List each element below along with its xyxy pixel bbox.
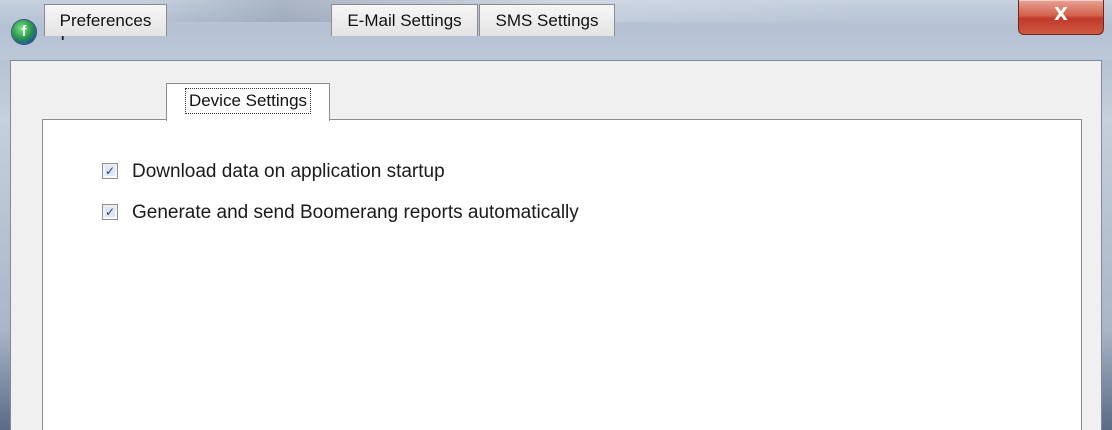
auto-boomerang-reports-label[interactable]: Generate and send Boomerang reports auto…	[132, 201, 579, 225]
app-logo-icon: f	[12, 20, 36, 44]
tab-email-settings[interactable]: E-Mail Settings	[331, 4, 478, 36]
tab-label: E-Mail Settings	[347, 11, 462, 30]
download-on-startup-label[interactable]: Download data on application startup	[132, 160, 445, 184]
tab-sms-settings[interactable]: SMS Settings	[479, 4, 615, 36]
tab-label: SMS Settings	[495, 11, 599, 30]
check-mark-icon: ✓	[105, 164, 116, 178]
auto-boomerang-reports-checkbox[interactable]: ✓	[102, 204, 118, 220]
app-logo-glyph: f	[21, 23, 27, 40]
tab-label: Preferences	[59, 11, 152, 30]
tab-preferences[interactable]: Preferences	[44, 4, 167, 36]
check-mark-icon: ✓	[105, 205, 116, 219]
tab-device-settings[interactable]: Device Settings	[166, 83, 330, 121]
download-on-startup-checkbox[interactable]: ✓	[102, 163, 118, 179]
options-window: f Options X Preferences Device Settings …	[0, 0, 1112, 430]
close-button[interactable]: X	[1018, 0, 1104, 35]
tab-label: Device Settings	[184, 88, 312, 114]
